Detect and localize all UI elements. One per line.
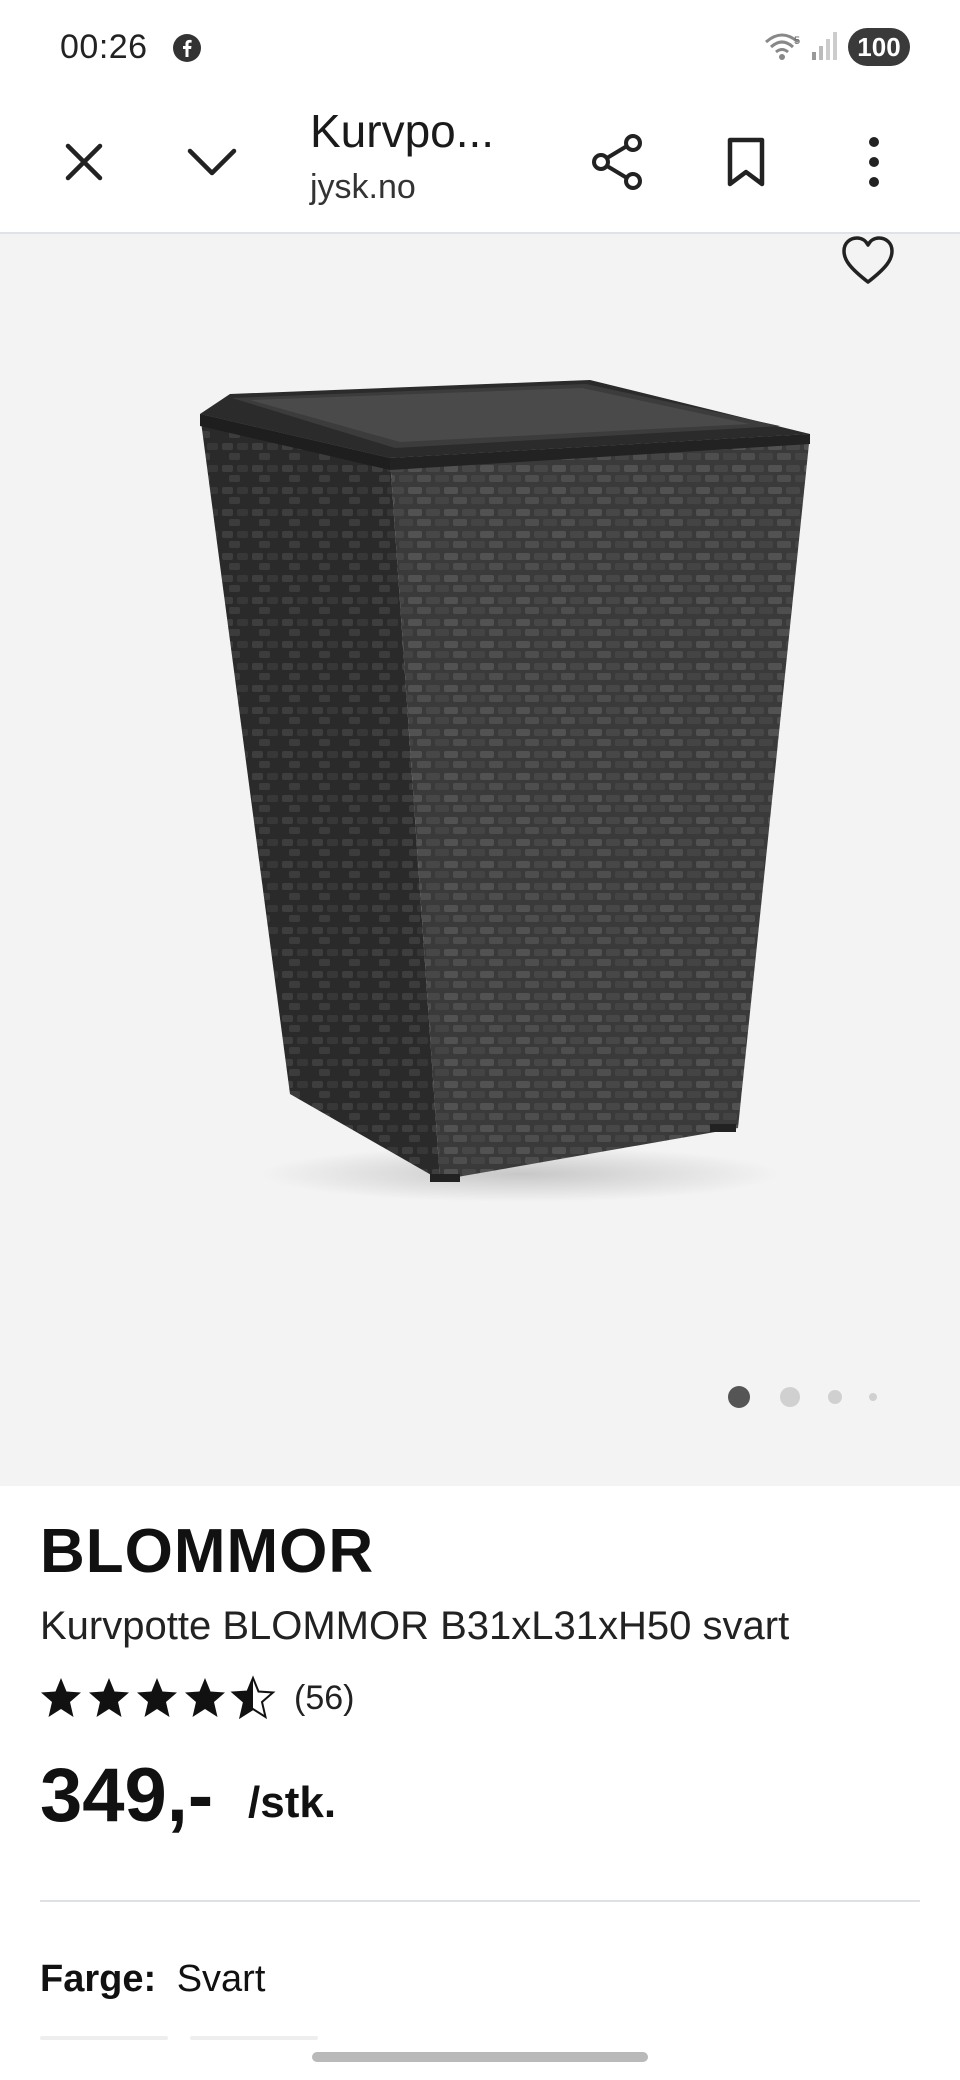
review-count: (56) — [294, 1678, 355, 1717]
tab-url: jysk.no — [310, 168, 416, 206]
star-half-icon — [230, 1675, 276, 1720]
close-button[interactable] — [44, 122, 124, 202]
share-icon — [592, 134, 642, 190]
gallery-pagination — [728, 1382, 888, 1412]
more-vert-icon — [869, 137, 879, 187]
product-price: 349,- — [40, 1753, 214, 1838]
wifi-icon: 5 — [765, 33, 800, 60]
pagination-dot[interactable] — [780, 1387, 800, 1407]
pagination-dot[interactable] — [828, 1390, 842, 1404]
tab-title: Kurvpo... — [310, 105, 495, 157]
status-time: 00:26 — [60, 28, 148, 66]
product-image-gallery[interactable] — [0, 234, 960, 1486]
minimize-button[interactable] — [172, 122, 252, 202]
divider — [40, 1900, 920, 1902]
more-options-button[interactable] — [834, 122, 914, 202]
heart-outline-icon[interactable] — [840, 234, 896, 290]
browser-toolbar: Kurvpo... jysk.no — [0, 96, 960, 234]
bookmark-button[interactable] — [706, 122, 786, 202]
share-button[interactable] — [578, 122, 658, 202]
color-swatch[interactable] — [190, 2036, 318, 2040]
rating-stars — [40, 1675, 276, 1721]
signal-icon — [812, 32, 837, 60]
close-icon — [65, 143, 103, 181]
product-image — [200, 380, 810, 1202]
facebook-icon — [173, 34, 201, 62]
status-bar: 00:26 5 100 — [0, 0, 960, 96]
battery-indicator: 100 — [848, 28, 910, 66]
home-indicator[interactable] — [312, 2052, 648, 2062]
color-value: Svart — [176, 1958, 266, 2000]
bookmark-icon — [727, 137, 765, 187]
product-brand: BLOMMOR — [40, 1517, 375, 1586]
chevron-down-icon — [187, 148, 237, 176]
price-unit: /stk. — [248, 1778, 337, 1827]
svg-text:5: 5 — [794, 35, 800, 47]
color-selector: Farge: Svart — [40, 1958, 265, 2001]
star-icon — [41, 1678, 225, 1717]
pagination-dot-active[interactable] — [728, 1386, 750, 1408]
color-label: Farge: — [40, 1958, 157, 2000]
color-swatch[interactable] — [40, 2036, 168, 2040]
pagination-dot[interactable] — [869, 1393, 877, 1401]
product-rating[interactable]: (56) — [40, 1672, 354, 1724]
product-name: Kurvpotte BLOMMOR B31xL31xH50 svart — [40, 1604, 790, 1648]
